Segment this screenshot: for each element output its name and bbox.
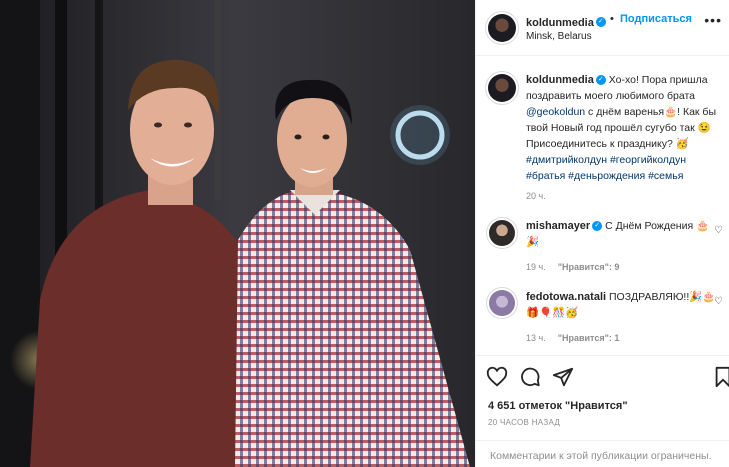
verified-badge-icon: ✓	[595, 16, 606, 27]
comment-username[interactable]: fedotowa.natali	[526, 291, 606, 303]
likes-count[interactable]: 4 651 отметок "Нравится"	[488, 400, 628, 412]
author-avatar[interactable]	[488, 14, 516, 42]
comment-like-heart-icon[interactable]: ♡	[714, 296, 723, 307]
photo-illustration	[0, 0, 475, 467]
commenter-avatar[interactable]	[489, 290, 515, 316]
comments-restricted-notice: Комментарии к этой публикации ограничены…	[476, 440, 729, 467]
caption-hashtags[interactable]: #дмитрийколдун #георгийколдун #братья #д…	[526, 154, 686, 182]
caption-avatar[interactable]	[488, 74, 516, 102]
share-icon[interactable]	[552, 366, 574, 388]
comment-username[interactable]: mishamayer	[526, 220, 590, 232]
commenter-avatar[interactable]	[489, 220, 515, 246]
post-caption: koldunmedia ✓ Хо-хо! Пора пришла поздрави…	[526, 72, 721, 204]
post-actions-bar	[476, 355, 729, 395]
comment-time[interactable]: 19 ч.	[526, 262, 546, 272]
bookmark-icon[interactable]	[712, 366, 729, 388]
comment-item: fedotowa.natali ПОЗДРАВЛЯЮ!!🎉🎂🎁🎈🎊🥳	[526, 289, 721, 321]
post-location[interactable]: Minsk, Belarus	[526, 31, 592, 42]
post-header: koldunmedia ✓ • Подписаться Minsk, Belaru…	[476, 0, 729, 56]
comment-likes[interactable]: "Нравится": 1	[558, 333, 620, 343]
separator-dot: •	[610, 13, 614, 25]
comment-likes[interactable]: "Нравится": 9	[558, 262, 620, 272]
heart-icon[interactable]	[486, 366, 508, 388]
post-side-panel: koldunmedia ✓ • Подписаться Minsk, Belaru…	[475, 0, 729, 467]
post-timestamp[interactable]: 20 ЧАСОВ НАЗАД	[488, 418, 560, 427]
post-photo[interactable]	[0, 0, 475, 467]
verified-badge-icon: ✓	[595, 75, 606, 86]
author-name-row: koldunmedia ✓	[526, 13, 606, 31]
comment-time[interactable]: 13 ч.	[526, 333, 546, 343]
caption-username[interactable]: koldunmedia	[526, 74, 594, 86]
caption-time[interactable]: 20 ч.	[526, 188, 721, 204]
comment-meta: 13 ч. "Нравится": 1	[526, 333, 619, 343]
author-username[interactable]: koldunmedia	[526, 17, 594, 29]
comment-icon[interactable]	[519, 366, 541, 388]
comment-like-heart-icon[interactable]: ♡	[714, 225, 723, 236]
more-options-icon[interactable]: •••	[704, 12, 722, 28]
verified-badge-icon: ✓	[592, 221, 603, 232]
comment-meta: 19 ч. "Нравится": 9	[526, 262, 619, 272]
caption-mention[interactable]: @geokoldun	[526, 106, 585, 118]
follow-button[interactable]: Подписаться	[620, 13, 692, 25]
comment-item: mishamayer ✓ С Днём Рождения 🎂🎉	[526, 218, 721, 250]
